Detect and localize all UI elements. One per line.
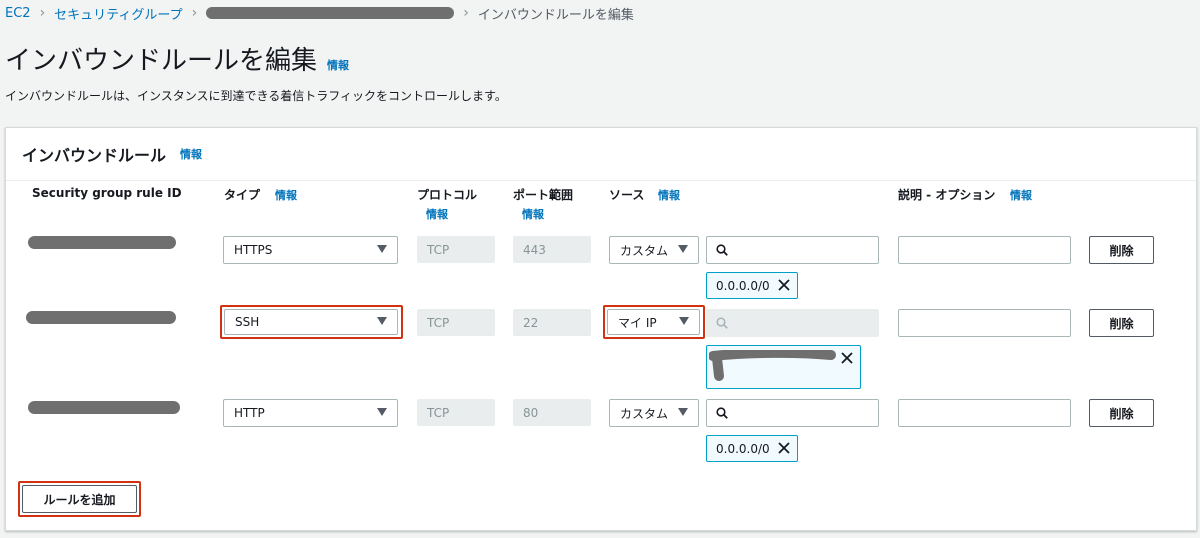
col-header-source: ソース — [609, 188, 645, 202]
ip-token — [706, 345, 861, 389]
protocol-field: TCP — [417, 236, 495, 263]
type-select[interactable]: HTTPS — [223, 236, 398, 264]
col-header-description: 説明 - オプション — [898, 188, 996, 202]
source-select[interactable]: カスタム — [609, 236, 699, 264]
close-icon[interactable] — [777, 441, 791, 455]
chevron-right-icon: › — [463, 5, 469, 21]
page-info-link[interactable]: 情報 — [327, 57, 349, 73]
col-source-info-link[interactable]: 情報 — [658, 187, 680, 203]
close-icon[interactable] — [777, 278, 791, 292]
caret-down-icon — [377, 317, 387, 325]
search-icon — [716, 244, 728, 256]
type-select-value: HTTP — [234, 406, 265, 420]
redacted-security-group-link[interactable] — [206, 7, 455, 19]
description-input[interactable] — [898, 236, 1071, 264]
protocol-field: TCP — [417, 309, 495, 336]
description-input[interactable] — [898, 399, 1071, 427]
page-title: インバウンドルールを編集 情報 — [5, 40, 349, 77]
type-select[interactable]: HTTP — [223, 399, 398, 427]
col-header-port-range: ポート範囲 — [513, 188, 574, 202]
source-search-input[interactable] — [706, 399, 879, 427]
add-rule-button[interactable]: ルールを追加 — [22, 485, 137, 513]
breadcrumb-current: インバウンドルールを編集 — [477, 7, 634, 23]
protocol-field: TCP — [417, 399, 495, 426]
caret-down-icon — [678, 245, 688, 253]
delete-button[interactable]: 削除 — [1089, 236, 1154, 264]
port-range-field: 443 — [513, 236, 591, 263]
chevron-right-icon: › — [191, 5, 198, 21]
source-select[interactable]: マイ IP — [607, 309, 700, 335]
source-search-input[interactable] — [706, 236, 879, 264]
col-header-rule-id: Security group rule ID — [32, 186, 182, 200]
cidr-token-label: 0.0.0.0/0 — [716, 278, 770, 293]
redacted-rule-id — [26, 311, 176, 324]
col-header-protocol: プロトコル — [417, 188, 478, 202]
cidr-token: 0.0.0.0/0 — [706, 435, 798, 462]
caret-down-icon — [678, 408, 688, 416]
breadcrumb-security-groups-link[interactable]: セキュリティグループ — [54, 4, 182, 23]
search-icon — [716, 407, 728, 419]
col-type-info-link[interactable]: 情報 — [275, 187, 297, 203]
redacted-rule-id — [28, 236, 176, 249]
source-select[interactable]: カスタム — [609, 399, 699, 427]
caret-down-icon — [679, 317, 689, 325]
description-input[interactable] — [898, 309, 1071, 337]
source-select-value: マイ IP — [618, 315, 657, 330]
breadcrumb: EC2 › セキュリティグループ › › インバウンドルールを編集 — [5, 4, 634, 23]
breadcrumb-ec2-link[interactable]: EC2 — [5, 6, 31, 21]
close-icon[interactable] — [840, 351, 854, 365]
type-select[interactable]: SSH — [224, 309, 398, 335]
inbound-rules-panel: インバウンドルール 情報 Security group rule ID タイプ … — [5, 127, 1197, 531]
source-select-value: カスタム — [620, 406, 669, 421]
chevron-right-icon: › — [39, 5, 46, 21]
col-protocol-info-link[interactable]: 情報 — [426, 206, 448, 222]
page-description: インバウンドルールは、インスタンスに到達できる着信トラフィックをコントロールしま… — [5, 89, 507, 103]
panel-info-link[interactable]: 情報 — [180, 146, 202, 162]
port-range-field: 22 — [513, 309, 591, 336]
caret-down-icon — [377, 408, 387, 416]
delete-button[interactable]: 削除 — [1089, 309, 1154, 337]
col-description-info-link[interactable]: 情報 — [1010, 187, 1032, 203]
col-port-info-link[interactable]: 情報 — [522, 206, 544, 222]
delete-button[interactable]: 削除 — [1089, 399, 1154, 427]
search-icon — [716, 317, 728, 329]
cidr-token-label: 0.0.0.0/0 — [716, 441, 770, 456]
caret-down-icon — [377, 245, 387, 253]
cidr-token: 0.0.0.0/0 — [706, 272, 798, 299]
source-select-value: カスタム — [620, 243, 669, 258]
page-title-text: インバウンドルールを編集 — [5, 46, 318, 76]
type-select-value: HTTPS — [234, 243, 273, 257]
source-search-input — [706, 309, 879, 337]
panel-title: インバウンドルール — [22, 146, 167, 165]
port-range-field: 80 — [513, 399, 591, 426]
redacted-rule-id — [28, 401, 180, 414]
type-select-value: SSH — [235, 315, 260, 329]
redacted-ip-scribble — [709, 350, 836, 381]
col-header-type: タイプ — [224, 188, 261, 202]
panel-header: インバウンドルール 情報 — [6, 128, 1196, 181]
